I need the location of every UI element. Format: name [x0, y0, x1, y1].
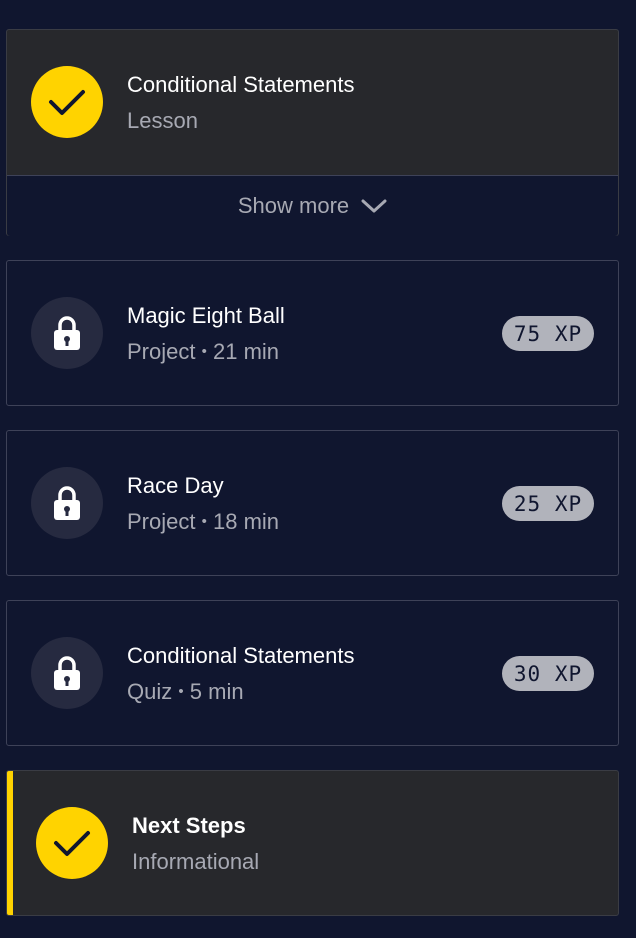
item-type: Project	[127, 339, 196, 364]
item-meta: Project • 18 min	[127, 509, 279, 535]
item-duration: 21 min	[213, 339, 280, 364]
separator-dot: •	[201, 343, 207, 360]
locked-badge	[31, 467, 103, 539]
item-type: Informational	[132, 849, 260, 874]
check-icon	[49, 90, 85, 115]
chevron-down-icon	[361, 199, 387, 213]
locked-badge	[31, 297, 103, 369]
lock-icon	[54, 486, 80, 520]
item-title: Race Day	[127, 473, 224, 498]
item-magic-eight-ball[interactable]: Magic Eight Ball Project • 21 min 75 XP	[6, 260, 619, 406]
current-item-accent	[7, 771, 13, 915]
completed-badge	[31, 66, 103, 138]
completed-badge	[36, 807, 108, 879]
xp-badge: 25 XP	[502, 486, 594, 521]
item-title: Conditional Statements	[127, 72, 355, 97]
item-type: Lesson	[127, 108, 198, 133]
syllabus-list: Conditional Statements Lesson Show more …	[0, 0, 636, 938]
item-race-day[interactable]: Race Day Project • 18 min 25 XP	[6, 430, 619, 576]
item-row[interactable]: Conditional Statements Lesson	[7, 30, 618, 175]
separator-dot: •	[178, 683, 184, 700]
item-type: Quiz	[127, 679, 173, 704]
item-title: Next Steps	[132, 813, 246, 838]
item-conditional-statements-lesson[interactable]: Conditional Statements Lesson Show more	[6, 29, 619, 236]
check-icon	[54, 831, 90, 856]
item-next-steps[interactable]: Next Steps Informational	[6, 770, 619, 916]
show-more-button[interactable]: Show more	[7, 175, 618, 236]
xp-badge: 30 XP	[502, 656, 594, 691]
lock-icon	[54, 316, 80, 350]
locked-badge	[31, 637, 103, 709]
show-more-label: Show more	[237, 193, 350, 218]
lock-icon	[54, 656, 80, 690]
item-meta: Quiz • 5 min	[127, 679, 244, 705]
item-duration: 5 min	[189, 679, 244, 704]
item-title: Conditional Statements	[127, 643, 355, 668]
item-type: Project	[127, 509, 196, 534]
xp-badge: 75 XP	[502, 316, 594, 351]
item-title: Magic Eight Ball	[127, 303, 285, 328]
separator-dot: •	[201, 513, 207, 530]
item-conditional-statements-quiz[interactable]: Conditional Statements Quiz • 5 min 30 X…	[6, 600, 619, 746]
item-meta: Project • 21 min	[127, 339, 279, 365]
item-duration: 18 min	[213, 509, 280, 534]
